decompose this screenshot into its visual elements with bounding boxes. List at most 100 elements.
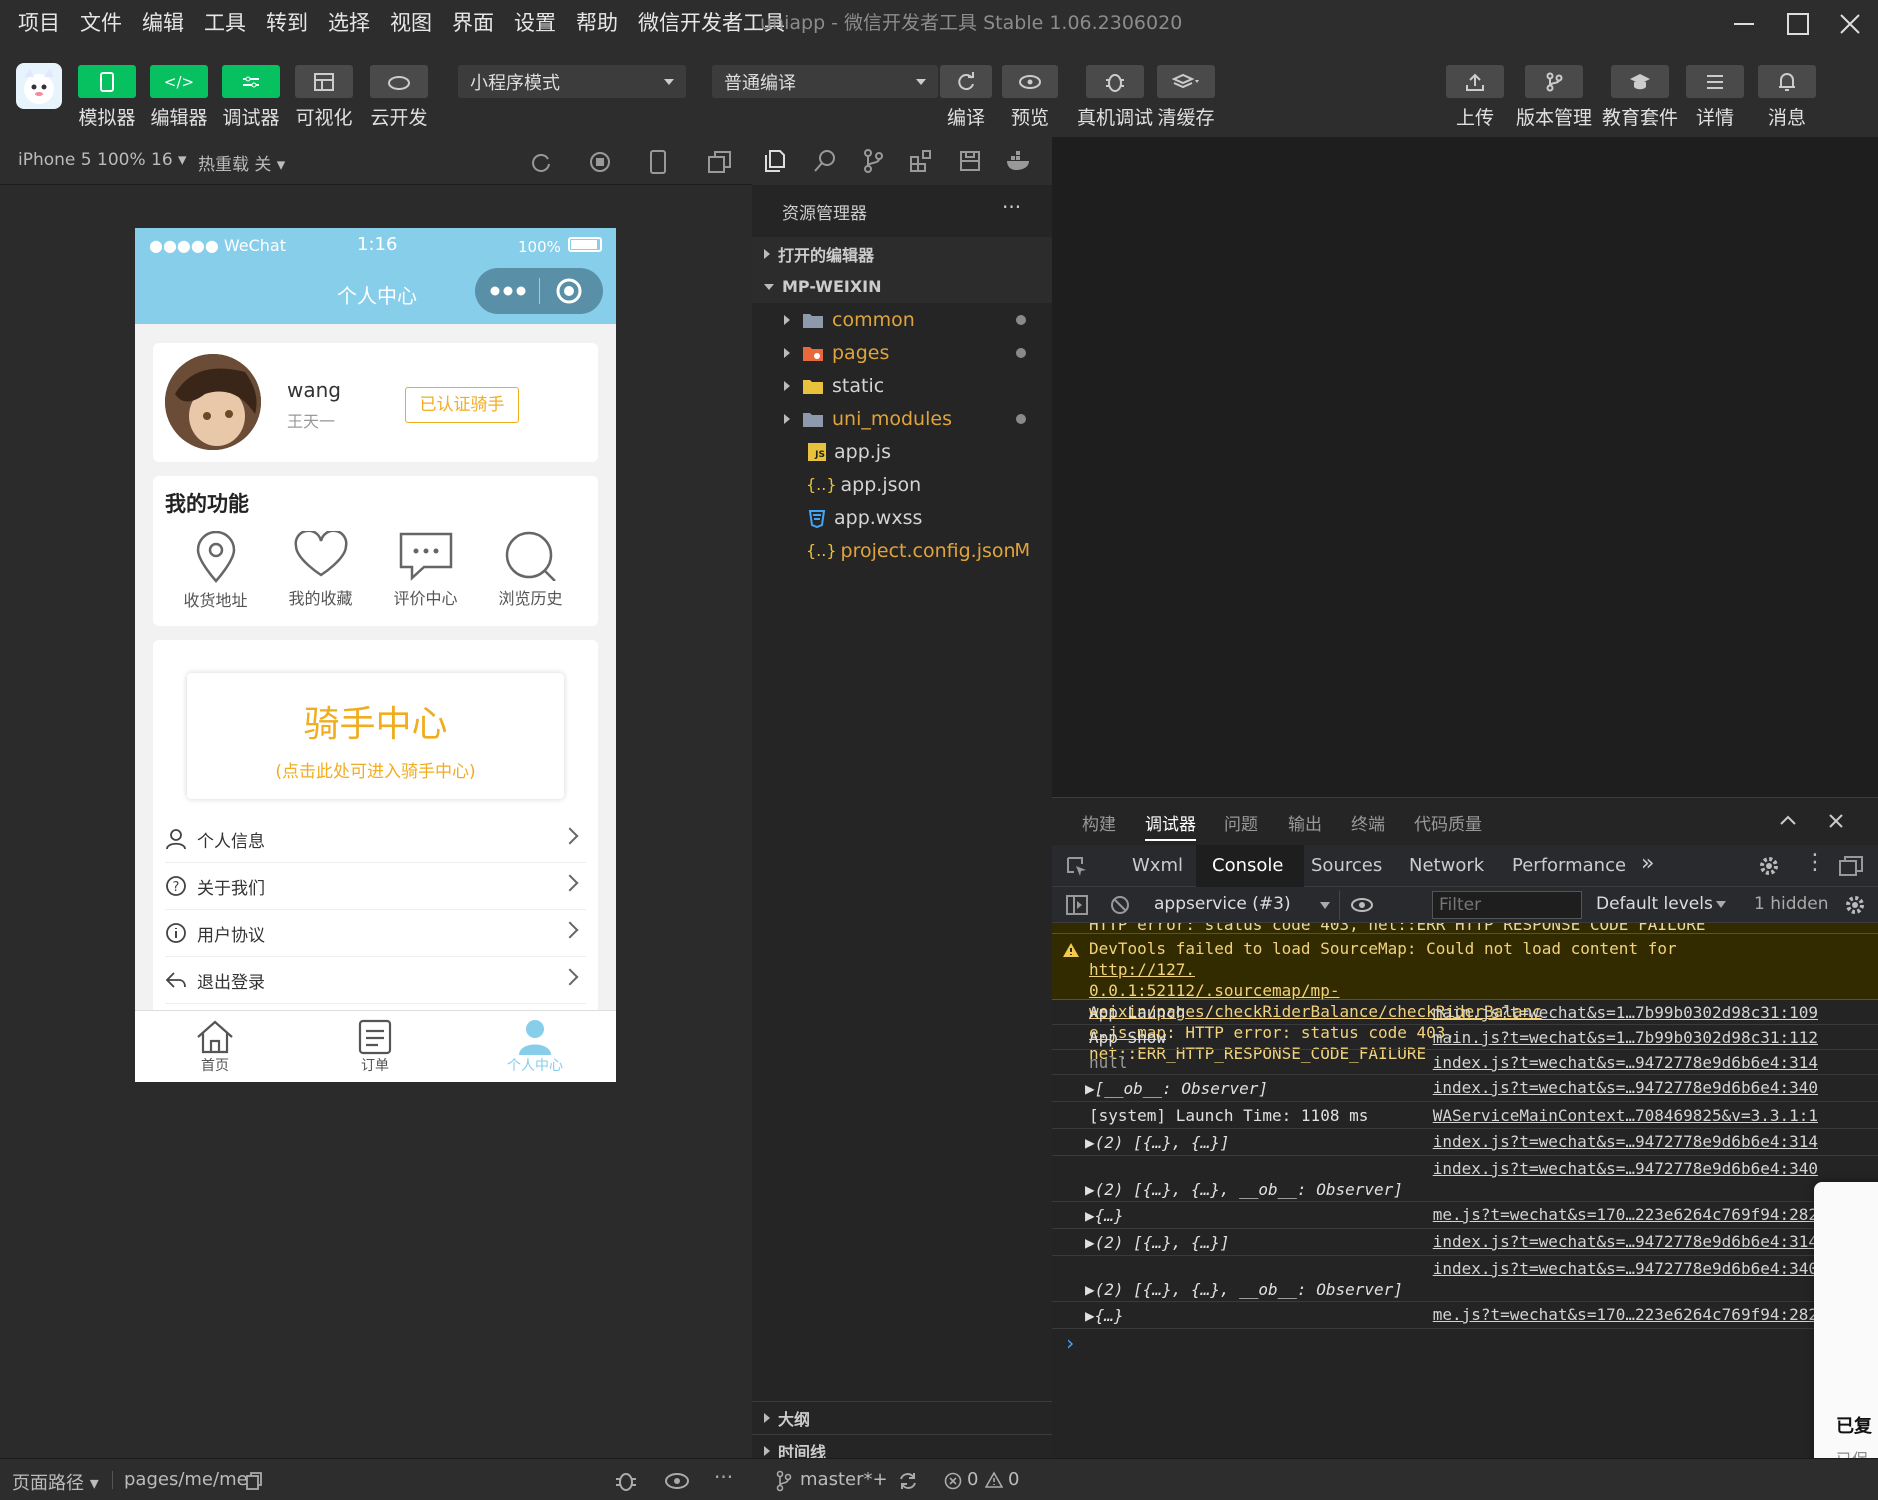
more-actions-icon[interactable]: ··· [1002, 195, 1021, 219]
console-source-link[interactable]: index.js?t=wechat&s=…9472778e9d6b6e4:314 [1433, 1053, 1818, 1072]
tab-code-quality[interactable]: 代码质量 [1414, 810, 1482, 835]
context-select[interactable]: appservice (#3) [1148, 890, 1340, 920]
docker-icon[interactable] [1005, 151, 1033, 171]
editor-toggle[interactable]: </> 编辑器 [150, 65, 208, 130]
hot-reload-toggle[interactable]: 热重载 关 ▾ [198, 150, 285, 175]
bug-icon[interactable] [614, 1470, 638, 1492]
console-row[interactable]: ▶[__ob__: Observer] index.js?t=wechat&s=…… [1052, 1075, 1878, 1102]
devtab-wxml[interactable]: Wxml [1132, 855, 1183, 876]
devtab-sources[interactable]: Sources [1311, 855, 1382, 876]
extensions-icon[interactable] [909, 149, 933, 173]
more-dots-icon[interactable] [489, 285, 527, 297]
console-source-link[interactable]: main.js?t=wechat&s=1…7b99b0302d98c31:112 [1433, 1028, 1818, 1047]
more-icon[interactable]: ··· [714, 1465, 733, 1489]
devtab-console[interactable]: Console [1212, 855, 1283, 876]
menu-item-tools[interactable]: 工具 [194, 0, 256, 47]
error-icon[interactable] [944, 1472, 962, 1490]
console-row[interactable]: index.js?t=wechat&s=…9472778e9d6b6e4:340… [1052, 1156, 1878, 1202]
menu-item-interface[interactable]: 界面 [442, 0, 504, 47]
tab-output[interactable]: 输出 [1288, 810, 1322, 835]
rotate-icon[interactable] [530, 151, 552, 173]
console-source-link[interactable]: index.js?t=wechat&s=…9472778e9d6b6e4:340 [1433, 1159, 1818, 1178]
folder-pages[interactable]: pages [752, 336, 1052, 369]
menu-item-file[interactable]: 文件 [70, 0, 132, 47]
console-source-link[interactable]: main.js?t=wechat&s=1…7b99b0302d98c31:109 [1433, 1003, 1818, 1022]
upload-button[interactable]: 上传 [1446, 65, 1504, 130]
console-source-link[interactable]: index.js?t=wechat&s=…9472778e9d6b6e4:340 [1433, 1078, 1818, 1097]
tab-debugger[interactable]: 调试器 [1145, 810, 1196, 841]
console-row[interactable]: ▶{…} me.js?t=wechat&s=170…223e6264c769f94… [1052, 1302, 1878, 1329]
menu-about-us[interactable]: ? 关于我们 [165, 863, 586, 910]
folder-static[interactable]: static [752, 369, 1052, 402]
console-source-link[interactable]: index.js?t=wechat&s=…9472778e9d6b6e4:340 [1433, 1259, 1818, 1278]
console-row[interactable]: index.js?t=wechat&s=…9472778e9d6b6e4:340… [1052, 1256, 1878, 1302]
console-source-link[interactable]: index.js?t=wechat&s=…9472778e9d6b6e4:314 [1433, 1232, 1818, 1251]
menu-item-view[interactable]: 视图 [380, 0, 442, 47]
console-source-link[interactable]: me.js?t=wechat&s=170…223e6264c769f94:282 [1433, 1305, 1818, 1324]
devtab-performance[interactable]: Performance [1512, 855, 1626, 876]
files-icon[interactable] [764, 149, 788, 173]
clear-console-icon[interactable] [1110, 895, 1130, 915]
capsule-menu[interactable] [475, 268, 603, 314]
menu-personal-info[interactable]: 个人信息 [165, 816, 586, 863]
stop-icon[interactable] [589, 151, 611, 173]
preview-button[interactable]: 预览 [1002, 65, 1058, 130]
source-control-icon[interactable] [862, 149, 884, 173]
func-history[interactable]: 浏览历史 [493, 531, 568, 609]
tab-build[interactable]: 构建 [1082, 810, 1116, 835]
sourcemap-link[interactable]: http://127. [1089, 960, 1195, 979]
tab-terminal[interactable]: 终端 [1351, 810, 1385, 835]
folder-common[interactable]: common [752, 303, 1052, 336]
close-panel-icon[interactable] [1828, 813, 1844, 829]
menu-user-agreement[interactable]: 用户协议 [165, 910, 586, 957]
console-source-link[interactable]: index.js?t=wechat&s=…9472778e9d6b6e4:314 [1433, 1132, 1818, 1151]
func-reviews[interactable]: 评价中心 [388, 531, 463, 609]
eye-icon[interactable] [1350, 896, 1374, 914]
git-branch-name[interactable]: master*+ [800, 1469, 888, 1490]
file-app-json[interactable]: {..} app.json [752, 468, 1052, 501]
console-msg[interactable]: ▶[__ob__: Observer] [1085, 1079, 1268, 1098]
debugger-toggle[interactable]: 调试器 [222, 65, 280, 130]
edu-kit-button[interactable]: 教育套件 [1602, 65, 1678, 130]
filter-input[interactable] [1432, 891, 1582, 919]
devtab-network[interactable]: Network [1409, 855, 1484, 876]
menu-logout[interactable]: 退出登录 [165, 957, 586, 1004]
tab-home[interactable]: 首页 [175, 1019, 255, 1075]
menu-item-goto[interactable]: 转到 [256, 0, 318, 47]
menu-item-select[interactable]: 选择 [318, 0, 380, 47]
git-branch-icon[interactable] [776, 1470, 792, 1492]
mode-select[interactable]: 小程序模式 [458, 65, 686, 98]
device-select[interactable]: iPhone 5 100% 16 ▾ [18, 150, 187, 170]
messages-button[interactable]: 消息 [1758, 65, 1816, 130]
compile-button[interactable]: 编译 [940, 65, 992, 130]
console-msg[interactable]: ▶(2) [{…}, {…}, __ob__: Observer] [1085, 1180, 1403, 1199]
console-msg[interactable]: ▶{…} [1085, 1206, 1124, 1225]
version-control-button[interactable]: 版本管理 [1516, 65, 1592, 130]
chevron-up-icon[interactable] [1779, 814, 1797, 826]
menu-item-settings[interactable]: 设置 [504, 0, 566, 47]
console-prompt[interactable]: › [1064, 1331, 1076, 1355]
page-path-select[interactable]: 页面路径 ▾ [12, 1469, 99, 1495]
file-project-config-json[interactable]: {..} project.config.json M [752, 534, 1052, 567]
tab-orders[interactable]: 订单 [335, 1019, 415, 1075]
user-avatar[interactable] [16, 63, 62, 109]
tab-problems[interactable]: 问题 [1224, 810, 1258, 835]
sidebar-toggle-icon[interactable] [1066, 895, 1088, 915]
log-levels-select[interactable]: Default levels [1592, 891, 1732, 919]
folder-uni-modules[interactable]: uni_modules [752, 402, 1052, 435]
console-source-link[interactable]: me.js?t=wechat&s=170…223e6264c769f94:282 [1433, 1205, 1818, 1224]
console-row[interactable]: ▶(2) [{…}, {…}] index.js?t=wechat&s=…9472… [1052, 1129, 1878, 1156]
func-address[interactable]: 收货地址 [178, 531, 253, 611]
menu-item-project[interactable]: 项目 [8, 0, 70, 47]
compile-mode-select[interactable]: 普通编译 [712, 65, 938, 98]
rider-center-button[interactable]: 骑手中心 (点击此处可进入骑手中心) [187, 673, 564, 799]
eye-icon[interactable] [664, 1472, 690, 1490]
storage-icon[interactable] [958, 149, 982, 173]
copy-icon[interactable] [246, 1472, 262, 1490]
console-source-link[interactable]: WAServiceMainContext…708469825&v=3.3.1:1 [1433, 1106, 1818, 1125]
real-device-debug-button[interactable]: 真机调试 [1077, 65, 1153, 130]
gear-icon[interactable] [1844, 894, 1866, 916]
menu-item-help[interactable]: 帮助 [566, 0, 628, 47]
element-picker-icon[interactable] [1066, 856, 1088, 878]
warning-icon[interactable] [985, 1471, 1003, 1489]
